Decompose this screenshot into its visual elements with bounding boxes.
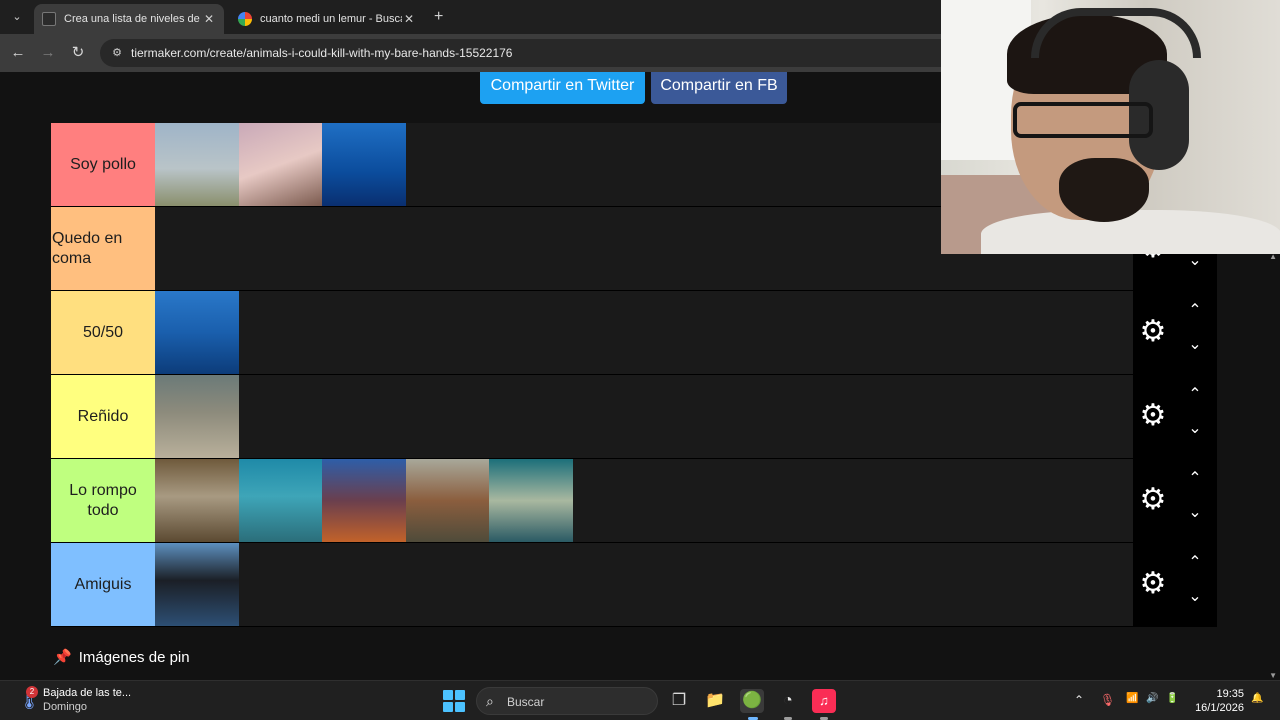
wifi-icon[interactable]: 📶 xyxy=(1126,693,1138,704)
tier-settings-gear-icon[interactable]: ⚙ xyxy=(1138,569,1168,599)
close-tab-icon[interactable]: ✕ xyxy=(402,12,416,26)
pterodactyl-tile[interactable] xyxy=(238,123,322,206)
tray-overflow-chevron-icon[interactable]: ⌃ xyxy=(1074,693,1084,707)
webcam-person-beard xyxy=(1059,158,1149,222)
move-tier-up-chevron-icon[interactable]: ⌃ xyxy=(1185,385,1205,405)
tab-search-chevron-icon[interactable]: ⌄ xyxy=(8,8,26,26)
weather-title: Bajada de las te... xyxy=(43,687,132,699)
search-label: Buscar xyxy=(507,695,545,709)
pufferfish-tile[interactable] xyxy=(489,459,573,542)
taskbar-search-box[interactable]: ⌕ Buscar xyxy=(476,687,658,715)
url-text[interactable]: tiermaker.com/create/animals-i-could-kil… xyxy=(131,46,512,60)
lemur-tile[interactable] xyxy=(155,459,239,542)
orca-tile[interactable] xyxy=(155,543,239,626)
move-tier-down-chevron-icon[interactable]: ⌄ xyxy=(1185,503,1205,523)
tier-controls: ⚙ ⌃ ⌄ xyxy=(1133,459,1217,542)
tier-items-dropzone[interactable] xyxy=(155,543,1133,626)
tab-title: Crea una lista de niveles de ani xyxy=(64,13,202,25)
tier-controls: ⚙ ⌃ ⌄ xyxy=(1133,375,1217,458)
webcam-person-glasses xyxy=(1013,102,1153,138)
great-white-shark-tile[interactable] xyxy=(155,291,239,374)
pin-images-title: Imágenes de pin xyxy=(78,648,190,666)
notification-badge: 2 xyxy=(26,686,38,698)
scroll-down-arrow-icon[interactable]: ▼ xyxy=(1269,671,1277,680)
address-bar[interactable]: ⚙ tiermaker.com/create/animals-i-could-k… xyxy=(100,39,960,67)
tier-row: 50/50 ⚙ ⌃ ⌄ xyxy=(51,291,1217,375)
move-tier-up-chevron-icon[interactable]: ⌃ xyxy=(1185,301,1205,321)
share-facebook-button[interactable]: Compartir en FB xyxy=(651,72,787,104)
tab-tiermaker[interactable]: Crea una lista de niveles de ani ✕ xyxy=(34,4,224,34)
headset-band xyxy=(1031,8,1201,58)
clock-time: 19:35 xyxy=(1216,688,1244,700)
tier-settings-gear-icon[interactable]: ⚙ xyxy=(1138,485,1168,515)
webcam-overlay xyxy=(941,0,1280,254)
windows-start-icon[interactable] xyxy=(443,690,465,712)
google-favicon-icon xyxy=(238,12,252,26)
move-tier-down-chevron-icon[interactable]: ⌄ xyxy=(1185,251,1205,271)
octopus-tile[interactable] xyxy=(322,459,406,542)
move-tier-up-chevron-icon[interactable]: ⌃ xyxy=(1185,469,1205,489)
windows-taskbar: 🌡 2 Bajada de las te... Domingo ⌕ Buscar … xyxy=(0,680,1280,720)
taskbar-clock[interactable]: 19:35 16/1/2026 xyxy=(1192,687,1244,715)
tier-label[interactable]: Amiguis xyxy=(51,543,155,626)
tier-row: Lo rompo todo ⚙ ⌃ ⌄ xyxy=(51,459,1217,543)
swordfish-tile[interactable] xyxy=(322,123,406,206)
close-tab-icon[interactable]: ✕ xyxy=(202,12,216,26)
reload-icon[interactable]: ↻ xyxy=(68,43,88,63)
search-icon: ⌕ xyxy=(486,693,494,709)
pin-images-heading: 📌 Imágenes de pin xyxy=(53,648,190,667)
tier-label[interactable]: Quedo en coma xyxy=(51,207,155,290)
battery-icon[interactable]: 🔋 xyxy=(1166,693,1178,704)
move-tier-down-chevron-icon[interactable]: ⌄ xyxy=(1185,335,1205,355)
tier-items-dropzone[interactable] xyxy=(155,291,1133,374)
tier-label[interactable]: Soy pollo xyxy=(51,123,155,206)
weather-widget[interactable]: 🌡 2 Bajada de las te... Domingo xyxy=(18,686,131,714)
tier-items-dropzone[interactable] xyxy=(155,459,1133,542)
tab-google-search[interactable]: cuanto medi un lemur - Buscar ✕ xyxy=(230,4,424,34)
tier-label[interactable]: 50/50 xyxy=(51,291,155,374)
mantis-shrimp-tile[interactable] xyxy=(405,459,489,542)
tier-controls: ⚙ ⌃ ⌄ xyxy=(1133,543,1217,626)
new-tab-icon[interactable]: + xyxy=(434,8,450,26)
microphone-icon[interactable]: 🎙 xyxy=(1100,693,1115,707)
move-tier-down-chevron-icon[interactable]: ⌄ xyxy=(1185,587,1205,607)
site-info-icon[interactable]: ⚙ xyxy=(109,45,125,61)
leopard-shark-tile[interactable] xyxy=(155,375,239,458)
clock-date: 16/1/2026 xyxy=(1195,702,1244,714)
tier-items-dropzone[interactable] xyxy=(155,375,1133,458)
tier-label[interactable]: Lo rompo todo xyxy=(51,459,155,542)
grouper-tile[interactable] xyxy=(238,459,322,542)
file-explorer-icon[interactable]: 📁 xyxy=(703,689,727,713)
tab-title: cuanto medi un lemur - Buscar xyxy=(260,13,402,25)
chrome-icon[interactable]: 🟢 xyxy=(740,689,764,713)
tiermaker-favicon-icon xyxy=(42,12,56,26)
weather-icon: 🌡 2 xyxy=(18,686,41,710)
page-scrollbar[interactable]: ▲ ▼ xyxy=(1266,252,1280,680)
pushpin-icon: 📌 xyxy=(53,649,72,666)
move-tier-down-chevron-icon[interactable]: ⌄ xyxy=(1185,419,1205,439)
brachiosaurus-tile[interactable] xyxy=(155,123,239,206)
move-tier-up-chevron-icon[interactable]: ⌃ xyxy=(1185,553,1205,573)
performance-app-icon[interactable]: ◔ xyxy=(776,689,800,713)
tier-row: Reñido ⚙ ⌃ ⌄ xyxy=(51,375,1217,459)
task-view-icon[interactable]: ❐ xyxy=(667,689,691,713)
tier-label[interactable]: Reñido xyxy=(51,375,155,458)
tier-settings-gear-icon[interactable]: ⚙ xyxy=(1138,401,1168,431)
webcam-person-shirt xyxy=(981,210,1280,254)
tier-controls: ⚙ ⌃ ⌄ xyxy=(1133,291,1217,374)
tier-row: Amiguis ⚙ ⌃ ⌄ xyxy=(51,543,1217,627)
notifications-bell-icon[interactable]: 🔔 xyxy=(1251,693,1263,704)
back-arrow-icon[interactable]: ← xyxy=(8,43,28,63)
weather-subtitle: Domingo xyxy=(43,701,88,713)
music-app-icon[interactable]: ♫ xyxy=(812,689,836,713)
share-twitter-button[interactable]: Compartir en Twitter xyxy=(480,72,645,104)
tier-settings-gear-icon[interactable]: ⚙ xyxy=(1138,317,1168,347)
volume-icon[interactable]: 🔊 xyxy=(1146,693,1158,704)
forward-arrow-icon[interactable]: → xyxy=(38,43,58,63)
